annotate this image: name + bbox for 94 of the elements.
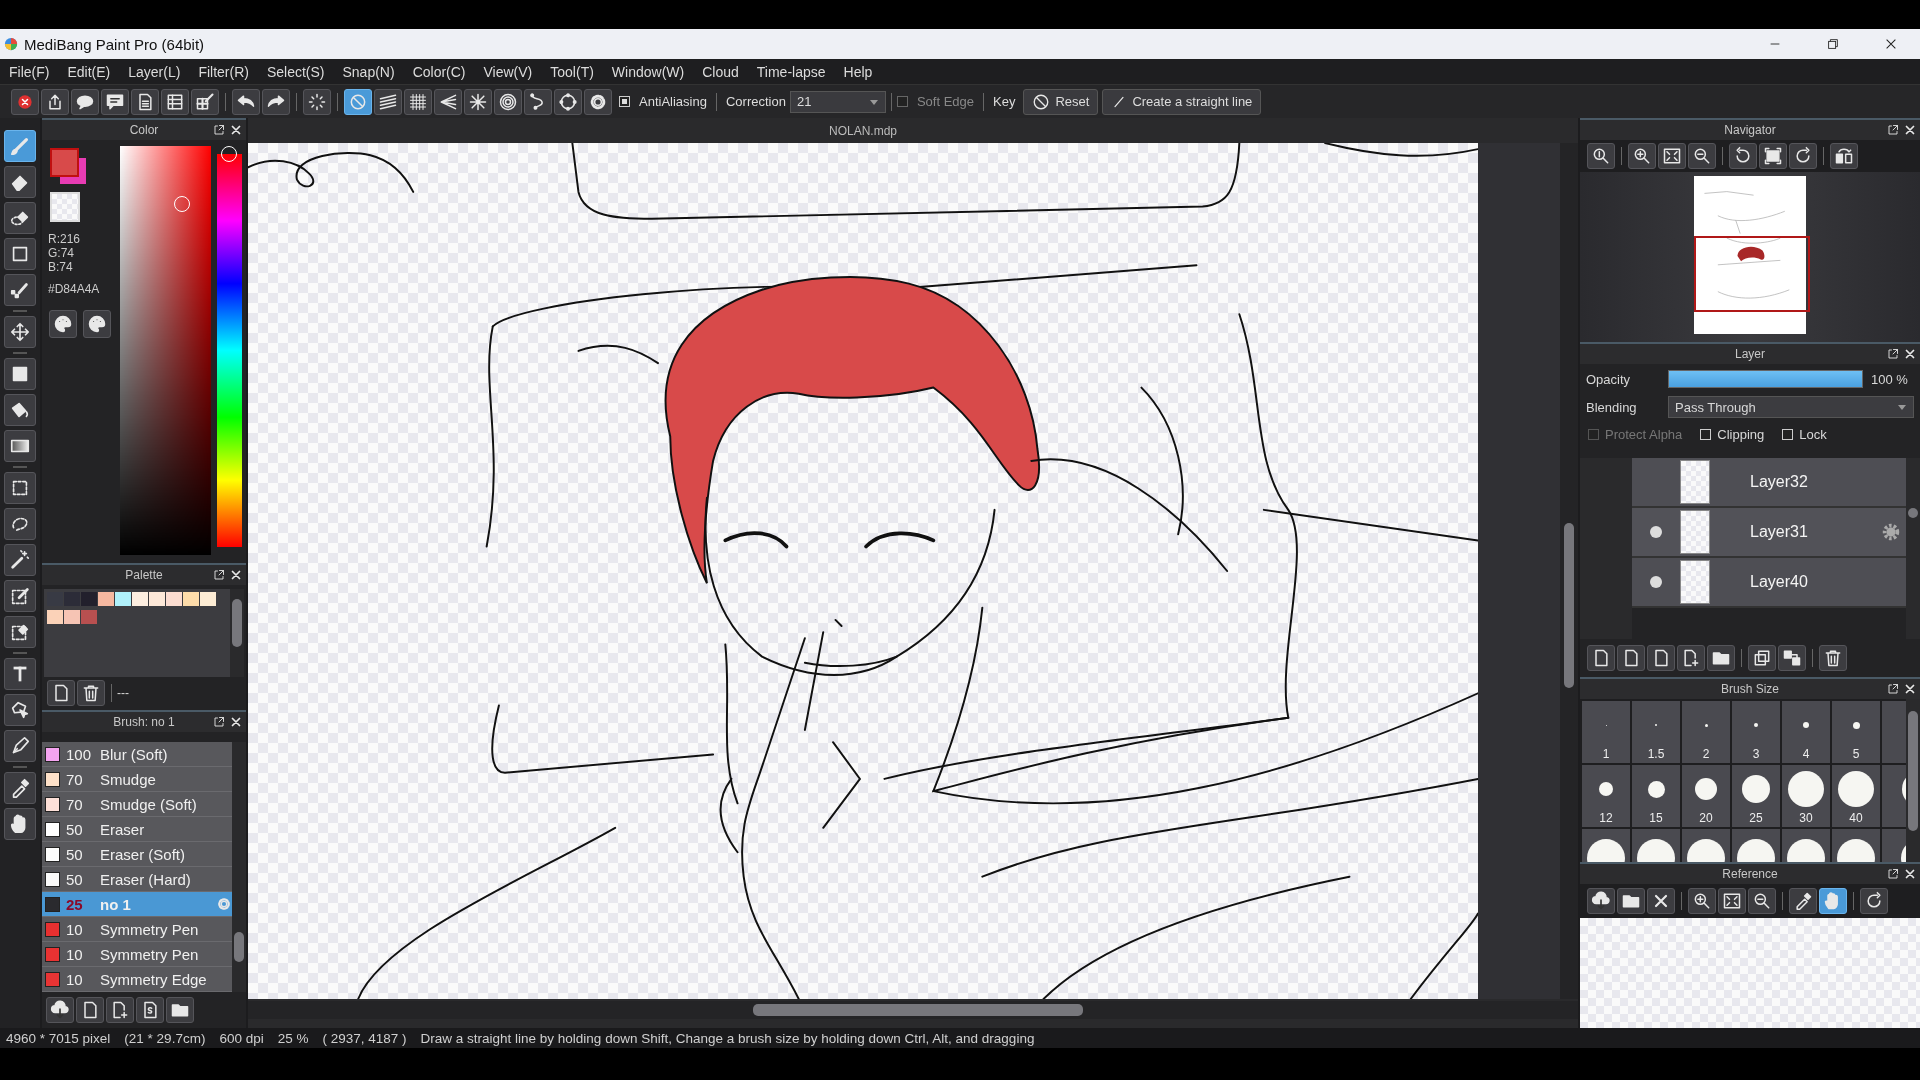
brush-list-item[interactable]: 50 Eraser (Hard) <box>42 867 232 892</box>
brush-size-value: 10 <box>66 920 84 938</box>
brush-name: Smudge <box>100 770 157 788</box>
menu-item[interactable]: Layer(L) <box>119 63 190 80</box>
menu-item[interactable]: Time-lapse <box>747 63 835 80</box>
straight-line-button[interactable]: Create a straight line <box>1102 88 1262 115</box>
layer-item[interactable]: Layer31 <box>1632 508 1906 558</box>
menu-item[interactable]: View(V) <box>474 63 542 80</box>
hint-text: Draw a straight line by holding down Shift, Change a brush size by holding down Ctrl, Alt, and dragging <box>420 1030 1035 1046</box>
resolution: 600 dpi <box>219 1030 264 1046</box>
brush-size-value: 50 <box>66 820 84 838</box>
hex-value: #D84A4A <box>48 282 101 296</box>
menu-item[interactable]: Edit(E) <box>58 63 120 80</box>
brush-size-option[interactable]: 2 <box>1682 701 1730 763</box>
opacity-label: Opacity <box>1586 371 1632 387</box>
menu-item[interactable]: Filter(R) <box>189 63 258 80</box>
panel-title: Reference <box>1722 867 1778 881</box>
brush-size-value: 10 <box>66 970 84 988</box>
brush-size-option[interactable]: 20 <box>1682 765 1730 827</box>
image-size: 4960 * 7015 pixel <box>6 1030 111 1046</box>
brush-size-option[interactable]: 1 <box>1582 701 1630 763</box>
layer-name: Layer32 <box>1750 473 1809 491</box>
panel-title: Navigator <box>1724 123 1776 137</box>
brush-size-option[interactable]: 1.5 <box>1632 701 1680 763</box>
brush-size-option[interactable]: 25 <box>1732 765 1780 827</box>
print-size: (21 * 29.7cm) <box>124 1030 206 1046</box>
panel-title: Brush: no 1 <box>113 715 175 729</box>
rgb-value: G:74 <box>48 246 75 260</box>
brush-list-item[interactable]: 10 Symmetry Edge <box>42 967 232 992</box>
layer-name: Layer40 <box>1750 573 1809 591</box>
brush-name: Symmetry Pen <box>100 920 200 938</box>
layer-name: Layer31 <box>1750 523 1809 541</box>
rgb-value: R:216 <box>48 232 82 246</box>
brush-list-item[interactable]: 70 Smudge <box>42 767 232 792</box>
brush-size-value: 100 <box>66 745 93 763</box>
brush-name: Eraser (Soft) <box>100 845 187 863</box>
menu-item[interactable]: Tool(T) <box>541 63 603 80</box>
brush-name: Eraser <box>100 820 146 838</box>
brush-name: Symmetry Pen <box>100 945 200 963</box>
panel-title: Palette <box>125 568 163 583</box>
panel-title: Brush Size <box>1721 682 1779 696</box>
soft-edge-label: Soft Edge <box>916 94 974 109</box>
menu-item[interactable]: Color(C) <box>403 63 475 80</box>
panel-title: Color <box>129 123 159 137</box>
brush-list-item[interactable]: 70 Smudge (Soft) <box>42 792 232 817</box>
brush-size-value: 70 <box>66 770 84 788</box>
brush-list-item[interactable]: 50 Eraser (Soft) <box>42 842 232 867</box>
menu-item[interactable]: Select(S) <box>257 63 334 80</box>
brush-list-item[interactable]: 10 Symmetry Pen <box>42 942 232 967</box>
palette-name: --- <box>117 686 129 701</box>
checkbox-label: Clipping <box>1717 426 1765 442</box>
brush-list-item[interactable]: 50 Eraser <box>42 817 232 842</box>
brush-name: Smudge (Soft) <box>100 795 198 813</box>
menu-item[interactable]: Cloud <box>693 63 748 80</box>
brush-size-value: 50 <box>66 845 84 863</box>
checkbox-label: Protect Alpha <box>1605 426 1683 442</box>
brush-name: no 1 <box>100 895 132 913</box>
reset-button[interactable]: Reset <box>1023 88 1099 115</box>
antialiasing-label: AntiAliasing <box>639 94 707 109</box>
menu-item[interactable]: Snap(N) <box>333 63 404 80</box>
brush-size-option[interactable]: 4 <box>1782 701 1830 763</box>
brush-name: Eraser (Hard) <box>100 870 192 888</box>
key-label: Key <box>993 94 1016 109</box>
correction-dropdown[interactable]: 21 <box>789 90 886 113</box>
brush-size-value: 50 <box>66 870 84 888</box>
brush-list-item[interactable]: 10 Symmetry Pen <box>42 917 232 942</box>
brush-size-option[interactable]: 40 <box>1832 765 1880 827</box>
layer-item[interactable]: Layer32 <box>1632 458 1906 508</box>
menu-item[interactable]: Help <box>834 63 882 80</box>
menu-item[interactable]: Window(W) <box>602 63 694 80</box>
brush-size-option[interactable]: 5 <box>1832 701 1880 763</box>
checkbox-label: Lock <box>1799 426 1827 442</box>
brush-size-value: 70 <box>66 795 84 813</box>
rgb-value: B:74 <box>48 260 74 274</box>
brush-size-option[interactable]: 3 <box>1732 701 1780 763</box>
brush-size-value: 25 <box>66 895 84 913</box>
opacity-value: 100 % <box>1871 371 1908 387</box>
brush-size-option[interactable]: 15 <box>1632 765 1680 827</box>
window-title: MediBang Paint Pro (64bit) <box>24 35 206 53</box>
zoom-level: 25 % <box>277 1030 309 1046</box>
brush-size-option[interactable]: 12 <box>1582 765 1630 827</box>
brush-size-option[interactable]: 30 <box>1782 765 1830 827</box>
brush-name: Blur (Soft) <box>100 745 169 763</box>
cursor-position: ( 2937, 4187 ) <box>322 1030 407 1046</box>
brush-size-value: 10 <box>66 945 84 963</box>
correction-label: Correction <box>725 94 786 109</box>
brush-list-item[interactable]: 100 Blur (Soft) <box>42 742 232 767</box>
panel-title: Layer <box>1735 347 1765 361</box>
layer-item[interactable]: Layer40 <box>1632 558 1906 608</box>
blending-dropdown[interactable]: Pass Through <box>1668 396 1914 418</box>
brush-name: Symmetry Edge <box>100 970 208 988</box>
menu-item[interactable]: File(F) <box>0 63 59 80</box>
blending-label: Blending <box>1586 399 1638 415</box>
document-tab[interactable]: NOLAN.mdp <box>248 123 1478 138</box>
